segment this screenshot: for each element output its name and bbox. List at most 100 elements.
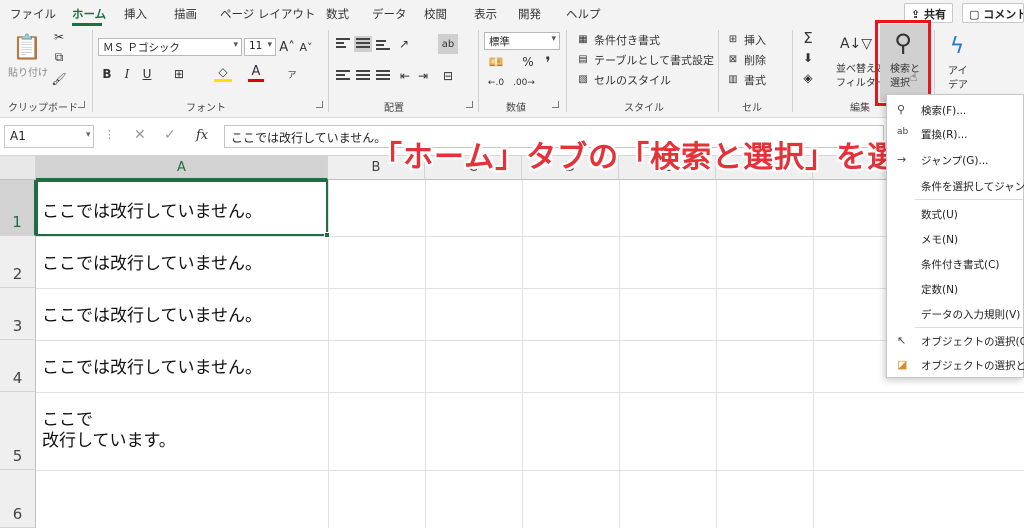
cell-a3[interactable]: ここでは改行していません。: [42, 306, 262, 327]
phonetic-icon[interactable]: ア: [284, 66, 300, 82]
row-header-1[interactable]: 1: [0, 180, 36, 236]
font-launcher-icon[interactable]: [316, 101, 323, 108]
lightning-icon[interactable]: ϟ: [944, 32, 970, 60]
accounting-format-icon[interactable]: 💴: [486, 54, 506, 70]
comments-button[interactable]: ▢ コメント: [962, 3, 1024, 23]
cell-a2[interactable]: ここでは改行していません。: [42, 254, 262, 275]
more-options-icon[interactable]: ⋮: [104, 128, 115, 141]
insert-cells-icon: ⊞: [728, 33, 738, 45]
bold-icon[interactable]: B: [100, 66, 114, 82]
merge-center-icon[interactable]: ⊟: [438, 68, 458, 84]
column-header-a[interactable]: A: [36, 156, 328, 180]
conditional-formatting-icon: ▦: [578, 33, 588, 45]
tab-review[interactable]: 校閲: [424, 6, 447, 22]
menu-item-formulas[interactable]: 数式(U): [921, 207, 958, 222]
autosum-icon[interactable]: Σ: [800, 29, 816, 47]
group-separator: [566, 30, 567, 112]
row-header-2[interactable]: 2: [0, 236, 36, 288]
tab-data[interactable]: データ: [372, 6, 407, 22]
cell-a5[interactable]: ここで 改行しています。: [42, 410, 176, 452]
cut-icon[interactable]: ✂: [52, 30, 66, 44]
border-icon[interactable]: ⊞: [168, 66, 190, 82]
row-header-3[interactable]: 3: [0, 288, 36, 340]
menu-item-goto[interactable]: ジャンプ(G)...: [921, 153, 989, 168]
tab-draw[interactable]: 描画: [174, 6, 197, 22]
comma-style-icon[interactable]: ❜: [540, 53, 556, 72]
align-center-icon[interactable]: [356, 70, 370, 82]
clear-icon[interactable]: ◈: [800, 70, 816, 86]
decrease-indent-icon[interactable]: ⇤: [398, 68, 412, 84]
fill-handle[interactable]: [324, 232, 330, 238]
number-launcher-icon[interactable]: [552, 101, 559, 108]
ideas-label-2[interactable]: デア: [948, 76, 968, 91]
menu-item-select-objects[interactable]: オブジェクトの選択(O): [921, 334, 1024, 349]
alignment-launcher-icon[interactable]: [466, 101, 473, 108]
tab-page-layout[interactable]: ページ レイアウト: [220, 6, 315, 22]
align-left-icon[interactable]: [336, 70, 350, 82]
chevron-down-icon: ▾: [551, 34, 556, 44]
menu-separator: [915, 327, 1023, 328]
font-name-select[interactable]: ＭＳ Ｐゴシック ▾: [98, 38, 242, 56]
align-right-icon[interactable]: [376, 70, 390, 82]
menu-item-replace[interactable]: 置換(R)...: [921, 127, 968, 142]
cancel-icon[interactable]: ✕: [134, 127, 146, 143]
italic-icon[interactable]: I: [120, 66, 134, 82]
goto-icon: →: [897, 153, 907, 166]
menu-item-goto-special[interactable]: 条件を選択してジャンプ(S)...: [921, 179, 1024, 194]
row-header-5[interactable]: 5: [0, 392, 36, 470]
menu-item-conditional-formatting[interactable]: 条件付き書式(C): [921, 257, 1000, 272]
align-middle-icon[interactable]: [354, 36, 372, 52]
tab-help[interactable]: ヘルプ: [566, 6, 601, 22]
row-header-6[interactable]: 6: [0, 470, 36, 528]
insert-cells-button[interactable]: 挿入: [744, 32, 766, 48]
font-color-icon[interactable]: A: [248, 64, 264, 82]
sort-filter-icon[interactable]: A↓▽: [840, 32, 872, 56]
font-size-select[interactable]: 11 ▾: [244, 38, 276, 56]
enter-icon[interactable]: ✓: [164, 127, 176, 143]
tab-view[interactable]: 表示: [474, 6, 497, 22]
grid-line: [36, 340, 1024, 341]
tab-home[interactable]: ホーム: [72, 6, 106, 22]
spreadsheet-grid[interactable]: A B C D E F 1 2 3 4 5 6 ここでは改行していません。 ここ…: [0, 156, 1024, 528]
menu-item-find[interactable]: 検索(F)...: [921, 103, 966, 118]
copy-icon[interactable]: ⧉: [52, 50, 66, 64]
fill-icon[interactable]: ⬇: [800, 50, 816, 66]
decrease-font-icon[interactable]: A˅: [298, 38, 314, 56]
row-header-4[interactable]: 4: [0, 340, 36, 392]
menu-item-notes[interactable]: メモ(N): [921, 232, 958, 247]
name-box-chevron-icon[interactable]: ▾: [86, 130, 91, 140]
name-box[interactable]: A1: [4, 125, 94, 148]
format-cells-button[interactable]: 書式: [744, 72, 766, 88]
decrease-decimal-icon[interactable]: .00→: [513, 76, 535, 90]
tab-file[interactable]: ファイル: [10, 6, 56, 22]
percent-icon[interactable]: %: [520, 54, 536, 70]
increase-decimal-icon[interactable]: ←.0: [486, 76, 506, 90]
align-top-icon[interactable]: [336, 38, 350, 50]
paste-icon[interactable]: 📋: [12, 32, 42, 62]
align-bottom-icon[interactable]: [376, 40, 390, 52]
menu-item-constants[interactable]: 定数(N): [921, 282, 958, 297]
tab-insert[interactable]: 挿入: [124, 6, 147, 22]
format-painter-icon[interactable]: 🖌: [51, 72, 66, 86]
increase-indent-icon[interactable]: ⇥: [416, 68, 430, 84]
tab-developer[interactable]: 開発: [518, 6, 541, 22]
delete-cells-button[interactable]: 削除: [744, 52, 766, 68]
increase-font-icon[interactable]: A˄: [279, 38, 295, 56]
menu-item-selection-pane[interactable]: オブジェクトの選択と表示(P)...: [921, 358, 1024, 373]
cell-styles-button[interactable]: セルのスタイル: [594, 72, 671, 88]
wrap-text-icon[interactable]: ab: [438, 34, 458, 54]
ideas-label-1[interactable]: アイ: [948, 62, 968, 77]
format-as-table-button[interactable]: テーブルとして書式設定: [594, 52, 714, 68]
insert-function-icon[interactable]: fx: [196, 128, 208, 143]
menu-item-data-validation[interactable]: データの入力規則(V): [921, 307, 1020, 322]
menu-separator: [915, 199, 1023, 200]
fill-color-icon[interactable]: ◇: [214, 64, 232, 82]
tab-formulas[interactable]: 数式: [326, 6, 349, 22]
underline-icon[interactable]: U: [140, 66, 154, 82]
conditional-formatting-button[interactable]: 条件付き書式: [594, 32, 660, 48]
cell-a4[interactable]: ここでは改行していません。: [42, 358, 262, 379]
orientation-icon[interactable]: ↗: [396, 36, 412, 52]
number-format-select[interactable]: 標準 ▾: [484, 32, 560, 50]
select-all-corner[interactable]: [0, 156, 36, 180]
clipboard-launcher-icon[interactable]: [78, 101, 85, 108]
